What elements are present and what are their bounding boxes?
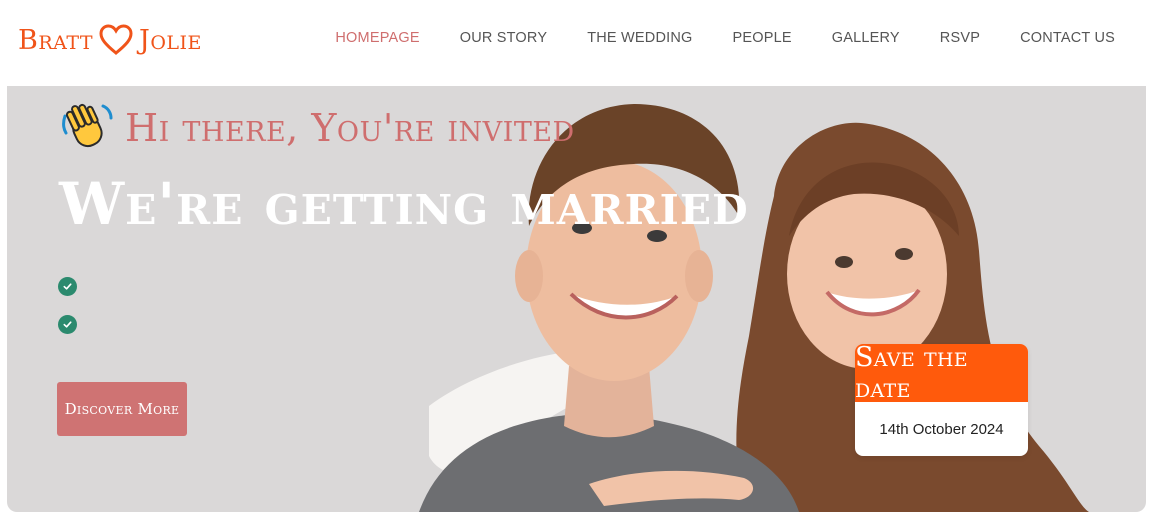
save-the-date-card: Save the date 14th October 2024 (855, 344, 1028, 456)
nav-our-story[interactable]: OUR STORY (460, 30, 547, 46)
feature-checklist (58, 277, 77, 353)
hero-headline: We're getting married (59, 170, 749, 238)
nav-homepage[interactable]: HOMEPAGE (335, 30, 419, 46)
discover-more-button[interactable]: Discover More (57, 382, 187, 436)
heart-icon (99, 24, 133, 55)
waving-hand-icon (62, 103, 113, 148)
nav-rsvp[interactable]: RSVP (940, 30, 980, 46)
brand-name-right: Jolie (139, 24, 202, 56)
save-the-date-title: Save the date (855, 344, 1028, 404)
nav-contact-us[interactable]: CONTACT US (1020, 30, 1115, 46)
nav-gallery[interactable]: GALLERY (832, 30, 900, 46)
greeting-row: Hi there, You're invited (59, 100, 575, 156)
greeting-text: Hi there, You're invited (125, 106, 575, 150)
main-nav: HOMEPAGE OUR STORY THE WEDDING PEOPLE GA… (335, 30, 1115, 46)
check-circle-icon (58, 315, 77, 334)
hero-section: Hi there, You're invited We're getting m… (7, 86, 1146, 512)
brand-logo[interactable]: Bratt Jolie (18, 20, 202, 60)
check-circle-icon (58, 277, 77, 296)
nav-the-wedding[interactable]: THE WEDDING (587, 30, 692, 46)
top-navbar: Bratt Jolie HOMEPAGE OUR STORY THE WEDDI… (0, 0, 1152, 86)
nav-people[interactable]: PEOPLE (733, 30, 792, 46)
brand-name-left: Bratt (18, 24, 94, 56)
wedding-date: 14th October 2024 (879, 420, 1004, 438)
